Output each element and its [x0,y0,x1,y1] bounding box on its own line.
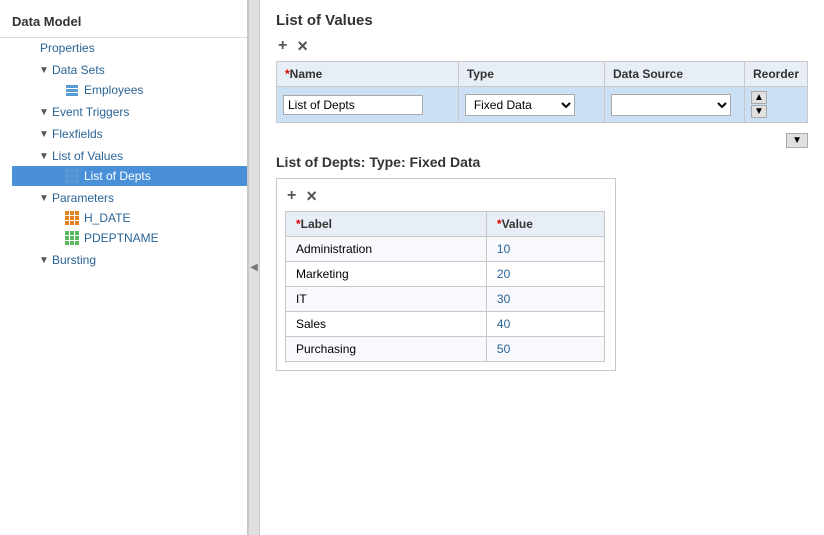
sidebar-item-flexfields[interactable]: ▼ Flexfields [12,124,247,144]
employees-label: Employees [84,83,143,97]
section-list-of-values: ▼ List of Values List of Depts [12,146,247,186]
pdeptname-label: PDEPTNAME [84,231,159,245]
main-content: List of Values + × *Name Type Data Sourc… [260,0,824,535]
lov-datasource-cell[interactable] [604,87,744,123]
col-value-header: *Value [486,212,604,237]
collapse-arrow-bursting: ▼ [36,255,52,266]
table-row: IT 30 [286,287,605,312]
col-datasource-header: Data Source [604,62,744,87]
list-depts-icon [64,169,80,183]
h-date-label: H_DATE [84,211,130,225]
collapse-arrow-datasets: ▼ [36,65,52,76]
fixed-data-header: List of Depts: Type: Fixed Data [276,154,808,170]
lov-name-cell[interactable]: List of Depts [277,87,459,123]
col-reorder-header: Reorder [744,62,807,87]
scroll-button[interactable]: ▼ [786,133,808,148]
sidebar-item-list-of-values[interactable]: ▼ List of Values [12,146,247,166]
lov-name-input[interactable]: List of Depts [283,95,423,115]
lov-delete-button[interactable]: × [295,37,310,55]
value-cell: 20 [486,262,604,287]
bursting-label: Bursting [52,253,96,267]
collapse-arrow-ff: ▼ [36,129,52,140]
label-cell: Purchasing [286,337,487,362]
reorder-buttons: ▲ ▼ [751,91,801,118]
pdeptname-icon [64,231,80,245]
sidebar-item-event-triggers[interactable]: ▼ Event Triggers [12,102,247,122]
employees-icon [64,83,80,97]
list-of-values-label: List of Values [52,149,123,163]
lov-table-row: List of Depts Fixed Data ▲ ▼ [277,87,808,123]
value-cell: 30 [486,287,604,312]
fixed-data-toolbar: + × [285,187,607,205]
sidebar-item-list-of-depts[interactable]: List of Depts [12,166,247,186]
list-of-depts-label: List of Depts [84,169,151,183]
parameters-label: Parameters [52,191,114,205]
sidebar-item-h-date[interactable]: H_DATE [12,208,247,228]
section-flexfields: ▼ Flexfields [12,124,247,144]
lov-reorder-cell: ▲ ▼ [744,87,807,123]
lov-type-cell[interactable]: Fixed Data [458,87,604,123]
event-triggers-label: Event Triggers [52,105,129,119]
lov-section-header: List of Values [276,12,808,29]
section-data-sets: ▼ Data Sets Employees [12,60,247,100]
flexfields-label: Flexfields [52,127,103,141]
collapse-arrow-lov: ▼ [36,151,52,162]
sidebar-properties[interactable]: Properties [12,38,247,58]
label-cell: IT [286,287,487,312]
sidebar-item-data-sets[interactable]: ▼ Data Sets [12,60,247,80]
properties-label: Properties [40,41,95,55]
sidebar-item-bursting[interactable]: ▼ Bursting [12,250,247,270]
sidebar: Data Model Properties ▼ Data Sets Employ… [0,0,248,535]
section-event-triggers: ▼ Event Triggers [12,102,247,122]
lov-add-button[interactable]: + [276,38,289,54]
reorder-up-button[interactable]: ▲ [751,91,767,104]
table-row: Marketing 20 [286,262,605,287]
fixed-delete-button[interactable]: × [304,187,319,205]
lov-datasource-select[interactable] [611,94,731,116]
reorder-down-button[interactable]: ▼ [751,105,767,118]
label-cell: Sales [286,312,487,337]
col-type-header: Type [458,62,604,87]
table-row: Sales 40 [286,312,605,337]
fixed-data-wrapper: + × *Label *Value Administration 10 Mark… [276,178,616,371]
collapse-arrow-et: ▼ [36,107,52,118]
data-sets-label: Data Sets [52,63,105,77]
table-row: Purchasing 50 [286,337,605,362]
scroll-row: ▼ [276,133,808,148]
label-cell: Administration [286,237,487,262]
sidebar-item-pdeptname[interactable]: PDEPTNAME [12,228,247,248]
section-bursting: ▼ Bursting [12,250,247,270]
value-cell: 50 [486,337,604,362]
label-cell: Marketing [286,262,487,287]
col-label-header: *Label [286,212,487,237]
fixed-data-table: *Label *Value Administration 10 Marketin… [285,211,605,362]
collapse-icon: ◀ [250,262,258,273]
sidebar-title: Data Model [0,8,247,38]
value-cell: 40 [486,312,604,337]
sidebar-collapse-handle[interactable]: ◀ [248,0,260,535]
h-date-icon [64,211,80,225]
lov-toolbar: + × [276,37,808,55]
table-row: Administration 10 [286,237,605,262]
sidebar-item-employees[interactable]: Employees [12,80,247,100]
lov-table: *Name Type Data Source Reorder List of D… [276,61,808,123]
sidebar-item-parameters[interactable]: ▼ Parameters [12,188,247,208]
value-cell: 10 [486,237,604,262]
collapse-arrow-params: ▼ [36,193,52,204]
col-name-header: *Name [277,62,459,87]
section-parameters: ▼ Parameters H_DATE PDEPTNAME [12,188,247,248]
lov-type-select[interactable]: Fixed Data [465,94,575,116]
fixed-add-button[interactable]: + [285,188,298,204]
